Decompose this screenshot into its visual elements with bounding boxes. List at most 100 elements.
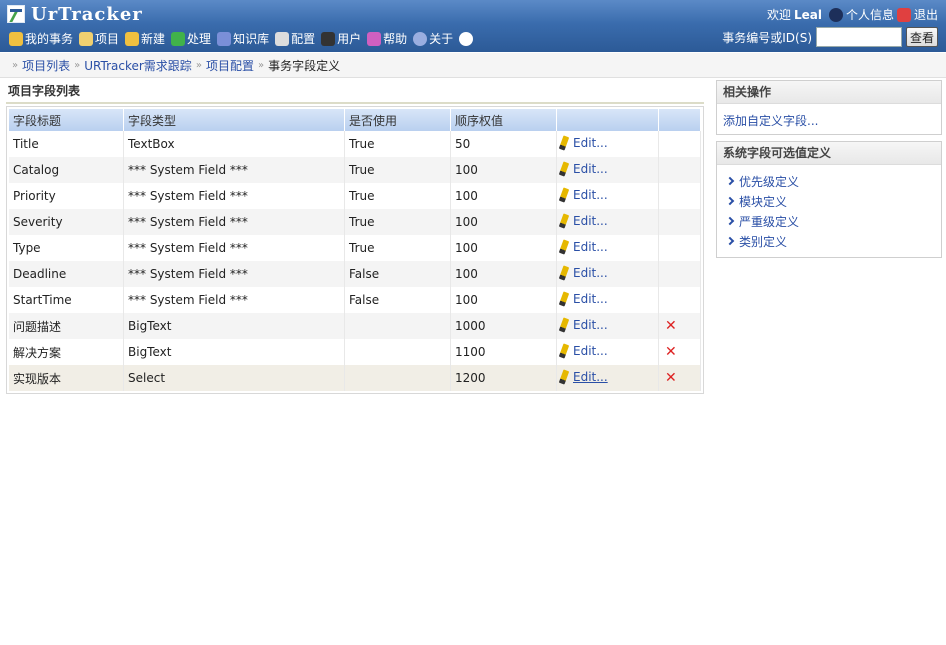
- menu-item-6[interactable]: 用户: [321, 30, 361, 47]
- edit-link[interactable]: Edit...: [558, 316, 608, 333]
- field-used-cell: [345, 313, 451, 339]
- config-icon: [275, 31, 290, 46]
- edit-link[interactable]: Edit...: [558, 238, 608, 255]
- edit-link[interactable]: Edit...: [558, 342, 608, 359]
- edit-cell: Edit...: [557, 287, 659, 313]
- field-used-cell: True: [345, 183, 451, 209]
- edit-link[interactable]: Edit...: [558, 134, 608, 151]
- system-field-link-2[interactable]: 严重级定义: [721, 211, 935, 231]
- column-header-used: 是否使用: [345, 109, 451, 131]
- logo-icon: [7, 5, 25, 23]
- breadcrumb-separator: »: [195, 59, 202, 71]
- breadcrumb-item-1[interactable]: URTracker需求跟踪: [84, 57, 192, 74]
- column-header-delete: [659, 109, 701, 131]
- home-icon: [9, 31, 23, 46]
- logout-link[interactable]: 退出: [914, 6, 938, 23]
- about-icon: [413, 31, 428, 46]
- column-header-type: 字段类型: [124, 109, 345, 131]
- menu-item-1[interactable]: 项目: [79, 30, 119, 47]
- app-logo[interactable]: UrTracker: [7, 4, 143, 25]
- menu-item-5[interactable]: 配置: [275, 30, 315, 47]
- edit-cell: Edit...: [557, 131, 659, 157]
- pencil-icon: [558, 290, 570, 307]
- breadcrumb-item-3: 事务字段定义: [268, 58, 341, 73]
- column-header-edit: [557, 109, 659, 131]
- check-icon: [171, 31, 186, 46]
- breadcrumb-separator: »: [74, 59, 81, 71]
- edit-cell: Edit...: [557, 235, 659, 261]
- edit-link[interactable]: Edit...: [558, 186, 608, 203]
- field-type-cell: BigText: [124, 313, 345, 339]
- menu-item-7[interactable]: 帮助: [367, 30, 407, 47]
- arrow-icon: [725, 176, 735, 186]
- field-used-cell: True: [345, 235, 451, 261]
- table-row: Title TextBox True 50 Edit...: [9, 131, 701, 157]
- menu-item-label: 关于: [429, 32, 454, 46]
- field-type-cell: Select: [124, 365, 345, 391]
- field-used-cell: [345, 339, 451, 365]
- field-title-cell: 问题描述: [9, 313, 124, 339]
- field-order-cell: 1000: [451, 313, 557, 339]
- delete-cell: [659, 235, 701, 261]
- pencil-icon: [558, 238, 570, 255]
- arrow-icon: [725, 196, 735, 206]
- delete-icon[interactable]: ✕: [663, 318, 677, 334]
- field-type-cell: BigText: [124, 339, 345, 365]
- field-order-cell: 100: [451, 261, 557, 287]
- breadcrumb-item-0[interactable]: 项目列表: [22, 57, 70, 74]
- edit-link[interactable]: Edit...: [558, 212, 608, 229]
- delete-icon[interactable]: ✕: [663, 370, 677, 386]
- delete-cell: ✕: [659, 313, 701, 339]
- field-order-cell: 100: [451, 287, 557, 313]
- menu-item-8[interactable]: 关于: [413, 30, 453, 47]
- field-type-cell: *** System Field ***: [124, 235, 345, 261]
- menu-item-label: 我的事务: [25, 32, 74, 46]
- edit-link[interactable]: Edit...: [558, 368, 608, 385]
- edit-link[interactable]: Edit...: [558, 264, 608, 281]
- search-button[interactable]: 查看: [906, 27, 938, 47]
- delete-icon[interactable]: ✕: [663, 344, 677, 360]
- edit-link[interactable]: Edit...: [558, 290, 608, 307]
- menu-item-4[interactable]: 知识库: [217, 30, 269, 47]
- related-actions-title: 相关操作: [717, 81, 941, 104]
- delete-cell: [659, 157, 701, 183]
- edit-label: Edit...: [573, 369, 608, 384]
- table-row: StartTime *** System Field *** False 100 Edi…: [9, 287, 701, 313]
- system-field-values-title: 系统字段可选值定义: [717, 142, 941, 165]
- pencil-icon: [558, 264, 570, 281]
- user-icon: [321, 31, 336, 46]
- page-title: 项目字段列表: [8, 84, 81, 98]
- search-input[interactable]: [816, 27, 902, 47]
- field-title-cell: StartTime: [9, 287, 124, 313]
- edit-label: Edit...: [573, 265, 608, 280]
- arrow-icon: [725, 216, 735, 226]
- table-row: Type *** System Field *** True 100 Edit...: [9, 235, 701, 261]
- breadcrumb-item-2[interactable]: 项目配置: [206, 57, 254, 74]
- menu-item-2[interactable]: 新建: [125, 30, 165, 47]
- edit-link[interactable]: Edit...: [558, 160, 608, 177]
- delete-cell: ✕: [659, 339, 701, 365]
- field-type-cell: *** System Field ***: [124, 209, 345, 235]
- edit-label: Edit...: [573, 135, 608, 150]
- menu-item-3[interactable]: 处理: [171, 30, 211, 47]
- field-title-cell: 实现版本: [9, 365, 124, 391]
- help-icon: [367, 31, 382, 46]
- profile-link[interactable]: 个人信息: [846, 6, 894, 23]
- field-order-cell: 100: [451, 157, 557, 183]
- menu-item-9[interactable]: [459, 31, 474, 46]
- edit-cell: Edit...: [557, 261, 659, 287]
- system-field-values-panel: 系统字段可选值定义 优先级定义模块定义严重级定义 类别定义: [716, 141, 942, 258]
- field-order-cell: 100: [451, 235, 557, 261]
- field-used-cell: True: [345, 131, 451, 157]
- menu-item-0[interactable]: 我的事务: [9, 30, 73, 47]
- field-title-cell: Type: [9, 235, 124, 261]
- system-field-link-1[interactable]: 模块定义: [721, 191, 935, 211]
- field-order-cell: 1100: [451, 339, 557, 365]
- system-field-link-label: 模块定义: [739, 194, 788, 209]
- add-custom-field-link[interactable]: 添加自定义字段...: [723, 110, 935, 130]
- system-field-link-3[interactable]: 类别定义: [721, 231, 935, 251]
- field-title-cell: 解决方案: [9, 339, 124, 365]
- system-field-link-0[interactable]: 优先级定义: [721, 171, 935, 191]
- menu-item-label: 处理: [187, 32, 212, 46]
- delete-cell: [659, 261, 701, 287]
